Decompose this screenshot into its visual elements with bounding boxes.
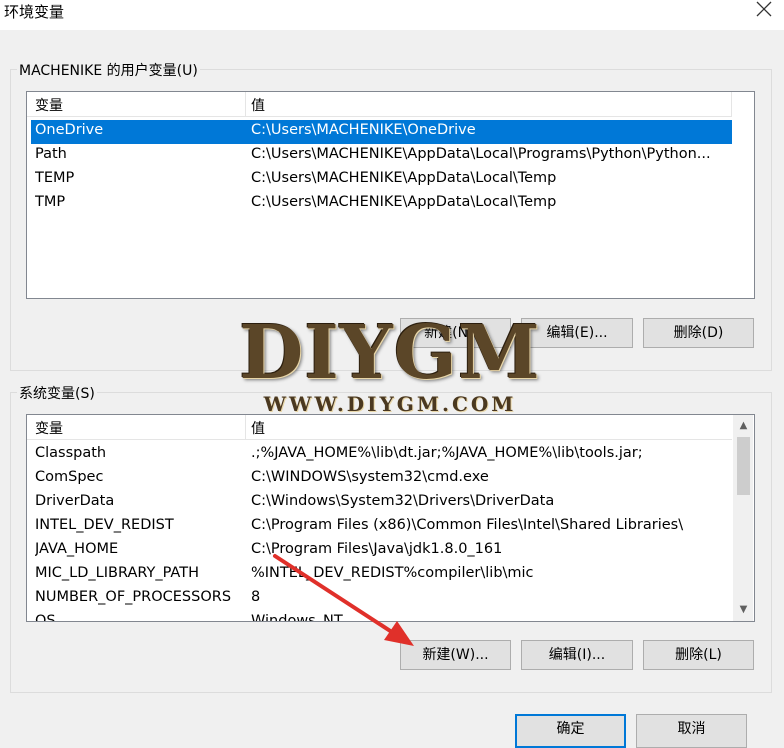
variable-value: C:\Users\MACHENIKE\AppData\Local\Temp (251, 170, 557, 186)
system-delete-button[interactable]: 删除(L) (643, 640, 754, 670)
scroll-thumb[interactable] (737, 437, 750, 495)
table-row[interactable]: NUMBER_OF_PROCESSORS 8 (31, 587, 732, 611)
variable-value: C:\Program Files\Java\jdk1.8.0_161 (251, 541, 503, 557)
system-variables-label: 系统变量(S) (17, 383, 97, 403)
variable-name: TEMP (35, 170, 75, 186)
scroll-up-icon[interactable]: ▲ (735, 417, 752, 434)
variable-value: C:\WINDOWS\system32\cmd.exe (251, 469, 489, 485)
vertical-scrollbar[interactable]: ▲ ▼ (733, 415, 753, 621)
list-header: 变量 值 (27, 92, 732, 117)
list-header: 变量 值 (27, 415, 732, 440)
variable-name: Path (35, 146, 67, 162)
ok-button[interactable]: 确定 (515, 714, 626, 748)
variable-value: 8 (251, 589, 261, 605)
table-row[interactable]: Classpath .;%JAVA_HOME%\lib\dt.jar;%JAVA_… (31, 443, 732, 467)
table-row[interactable]: OneDrive C:\Users\MACHENIKE\OneDrive (31, 120, 732, 144)
variable-value: C:\Users\MACHENIKE\AppData\Local\Temp (251, 194, 557, 210)
table-row[interactable]: Path C:\Users\MACHENIKE\AppData\Local\Pro… (31, 144, 732, 168)
variable-value: .;%JAVA_HOME%\lib\dt.jar;%JAVA_HOME%\lib… (251, 445, 643, 461)
variable-name: JAVA_HOME (35, 541, 119, 557)
variable-name: Classpath (35, 445, 107, 461)
variable-name: INTEL_DEV_REDIST (35, 517, 174, 533)
system-variables-list[interactable]: 变量 值 Classpath .;%JAVA_HOME%\lib\dt.jar;%… (26, 414, 755, 622)
user-new-button[interactable]: 新建(N)... (400, 318, 511, 348)
variable-name: TMP (35, 194, 66, 210)
column-header-value[interactable]: 值 (251, 95, 265, 115)
scroll-down-icon[interactable]: ▼ (735, 601, 752, 618)
table-row[interactable]: DriverData C:\Windows\System32\Drivers\Dr… (31, 491, 732, 515)
user-variables-list[interactable]: 变量 值 OneDrive C:\Users\MACHENIKE\OneDrive… (26, 91, 755, 299)
user-delete-button[interactable]: 删除(D) (643, 318, 754, 348)
table-row[interactable]: TEMP C:\Users\MACHENIKE\AppData\Local\Tem… (31, 168, 732, 192)
variable-name: ComSpec (35, 469, 104, 485)
window-title: 环境变量 (4, 3, 65, 21)
system-new-button[interactable]: 新建(W)... (400, 640, 511, 670)
variable-name: MIC_LD_LIBRARY_PATH (35, 565, 199, 581)
table-row[interactable]: JAVA_HOME C:\Program Files\Java\jdk1.8.0_… (31, 539, 732, 563)
table-row[interactable]: TMP C:\Users\MACHENIKE\AppData\Local\Temp (31, 192, 732, 216)
variable-name: NUMBER_OF_PROCESSORS (35, 589, 232, 605)
column-header-value[interactable]: 值 (251, 418, 265, 438)
variable-value: Windows_NT (251, 613, 343, 622)
user-edit-button[interactable]: 编辑(E)... (521, 318, 633, 348)
variable-name: OS (35, 613, 56, 622)
table-row[interactable]: OS Windows_NT (31, 611, 732, 622)
user-variables-label: MACHENIKE 的用户变量(U) (17, 60, 200, 80)
column-header-variable[interactable]: 变量 (35, 418, 63, 438)
variable-value: C:\Users\MACHENIKE\OneDrive (251, 122, 476, 138)
cancel-button[interactable]: 取消 (636, 714, 747, 748)
variable-value: C:\Program Files (x86)\Common Files\Inte… (251, 517, 684, 533)
variable-name: OneDrive (35, 122, 104, 138)
table-row[interactable]: INTEL_DEV_REDIST C:\Program Files (x86)\C… (31, 515, 732, 539)
variable-name: DriverData (35, 493, 115, 509)
variable-value: C:\Users\MACHENIKE\AppData\Local\Program… (251, 146, 711, 162)
close-icon[interactable] (754, 0, 774, 20)
system-edit-button[interactable]: 编辑(I)... (521, 640, 633, 670)
title-bar: 环境变量 (0, 0, 784, 30)
table-row[interactable]: MIC_LD_LIBRARY_PATH %INTEL_DEV_REDIST%com… (31, 563, 732, 587)
table-row[interactable]: ComSpec C:\WINDOWS\system32\cmd.exe (31, 467, 732, 491)
variable-value: C:\Windows\System32\Drivers\DriverData (251, 493, 555, 509)
column-header-variable[interactable]: 变量 (35, 95, 63, 115)
variable-value: %INTEL_DEV_REDIST%compiler\lib\mic (251, 565, 534, 581)
